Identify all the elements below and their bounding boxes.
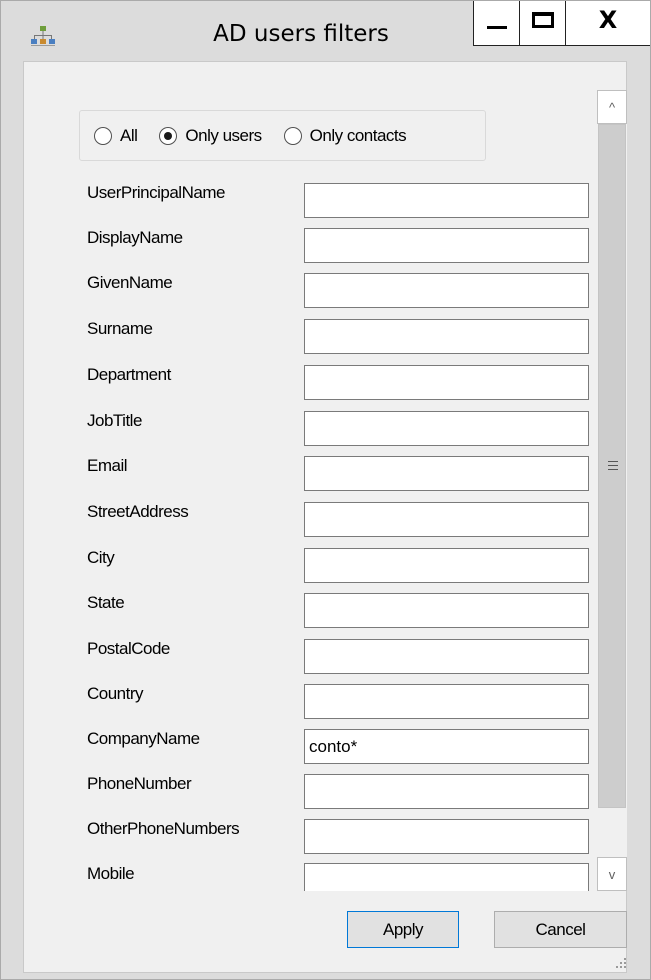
close-button[interactable]: X [566, 1, 650, 45]
radio-only-contacts[interactable]: Only contacts [283, 125, 407, 146]
scroll-down-button[interactable]: v [597, 857, 627, 891]
phonenumber-field[interactable] [304, 774, 589, 809]
city-field[interactable] [304, 548, 589, 583]
jobtitle-label: JobTitle [87, 411, 142, 430]
radio-all[interactable]: All [94, 125, 138, 146]
phonenumber-label: PhoneNumber [87, 774, 192, 793]
country-label: Country [87, 684, 144, 703]
state-label: State [87, 593, 125, 612]
userprincipalname-field[interactable] [304, 183, 589, 218]
vertical-scrollbar[interactable]: ^ v [597, 90, 627, 891]
radio-only-users[interactable]: Only users [159, 125, 262, 146]
radio-only-users-button[interactable] [159, 126, 178, 145]
minimize-button[interactable] [474, 1, 520, 45]
minimize-icon [487, 26, 507, 29]
givenname-label: GivenName [87, 273, 173, 292]
scroll-thumb[interactable] [598, 124, 626, 808]
streetaddress-label: StreetAddress [87, 502, 189, 521]
resize-grip-icon[interactable] [612, 954, 626, 968]
radio-only-users-label: Only users [185, 125, 262, 145]
window-title: AD users filters [213, 21, 389, 47]
streetaddress-field[interactable] [304, 502, 589, 537]
postalcode-label: PostalCode [87, 639, 170, 658]
maximize-button[interactable] [520, 1, 566, 45]
city-label: City [87, 548, 115, 567]
department-label: Department [87, 365, 171, 384]
radio-only-contacts-label: Only contacts [309, 125, 407, 145]
department-field[interactable] [304, 365, 589, 400]
email-label: Email [87, 456, 128, 475]
userprincipalname-label: UserPrincipalName [87, 183, 225, 202]
state-field[interactable] [304, 593, 589, 628]
email-field[interactable] [304, 456, 589, 491]
mobile-label: Mobile [87, 864, 135, 883]
radio-all-label: All [120, 125, 138, 145]
caption-buttons: X [473, 1, 650, 46]
filters-panel: All Only users Only contacts UserPrincip… [23, 61, 627, 973]
otherphonenumbers-label: OtherPhoneNumbers [87, 819, 240, 838]
displayname-label: DisplayName [87, 228, 183, 247]
filter-type-group: All Only users Only contacts [79, 110, 486, 161]
maximize-icon [532, 12, 554, 28]
country-field[interactable] [304, 684, 589, 719]
scroll-up-button[interactable]: ^ [597, 90, 627, 124]
title-bar[interactable]: AD users filters X [1, 1, 650, 59]
mobile-field[interactable] [304, 863, 589, 891]
chevron-down-icon: v [608, 866, 616, 882]
cancel-button[interactable]: Cancel [494, 911, 627, 948]
radio-only-contacts-button[interactable] [283, 126, 302, 145]
postalcode-field[interactable] [304, 639, 589, 674]
chevron-up-icon: ^ [608, 99, 616, 115]
ad-users-filters-window: AD users filters X All Only users Only c… [0, 0, 651, 980]
jobtitle-field[interactable] [304, 411, 589, 446]
surname-field[interactable] [304, 319, 589, 354]
givenname-field[interactable] [304, 273, 589, 308]
radio-all-button[interactable] [94, 126, 112, 145]
companyname-field[interactable] [304, 729, 589, 764]
displayname-field[interactable] [304, 228, 589, 263]
surname-label: Surname [87, 319, 153, 338]
otherphonenumbers-field[interactable] [304, 819, 589, 854]
network-tree-icon [31, 26, 55, 46]
apply-button[interactable]: Apply [347, 911, 459, 948]
close-icon: X [598, 6, 618, 34]
companyname-label: CompanyName [87, 729, 200, 748]
grip-icon [608, 461, 618, 470]
